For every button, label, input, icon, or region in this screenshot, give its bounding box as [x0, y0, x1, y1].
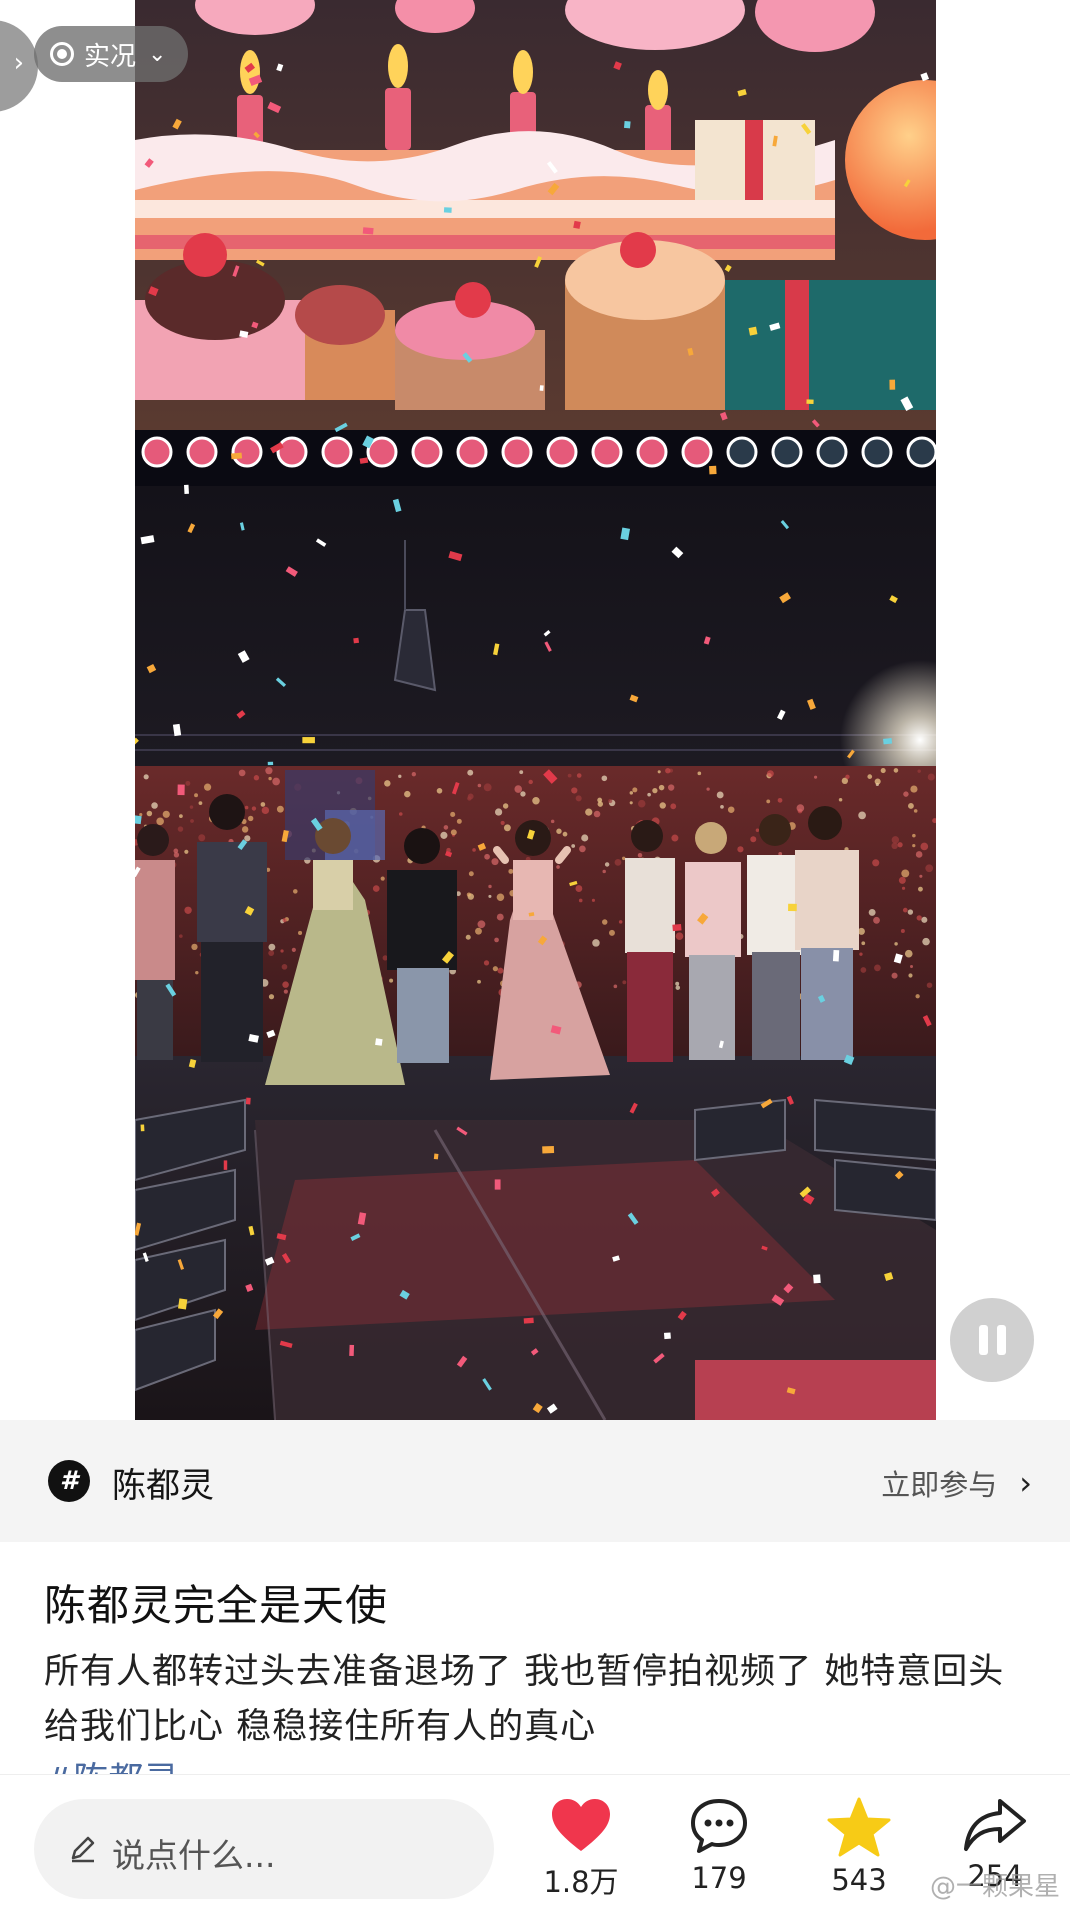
favorite-button[interactable]: 543	[804, 1797, 914, 1897]
comment-button[interactable]: 179	[664, 1797, 774, 1895]
favorite-count: 543	[831, 1863, 887, 1897]
live-icon	[50, 42, 74, 66]
heart-icon	[552, 1799, 610, 1851]
join-topic-link[interactable]: 立即参与 ›	[881, 1462, 1032, 1504]
bottom-action-bar: 说点什么... 1.8万 179 543 254	[0, 1774, 1070, 1914]
chevron-down-icon: ⌄	[148, 41, 167, 67]
watermark: @一颗果星	[930, 1872, 1061, 1902]
post-title: 陈都灵完全是天使	[44, 1581, 389, 1630]
like-button[interactable]: 1.8万	[526, 1797, 636, 1901]
topic-bar[interactable]: # 陈都灵 立即参与 ›	[0, 1420, 1070, 1542]
media-area: › 实况 ⌄	[0, 0, 1070, 1420]
topic-name[interactable]: 陈都灵	[112, 1458, 214, 1507]
post-hashtag[interactable]: #陈都灵	[44, 1752, 178, 1774]
chevron-right-icon: ›	[1019, 1464, 1032, 1502]
chevron-right-icon: ›	[13, 48, 24, 78]
concert-stage-photo	[135, 0, 936, 1420]
live-photo-badge[interactable]: 实况 ⌄	[34, 26, 189, 82]
side-expand-button[interactable]: ›	[0, 20, 38, 112]
pause-button[interactable]	[950, 1298, 1034, 1382]
topic-hash-icon: #	[48, 1460, 90, 1502]
comment-count: 179	[691, 1861, 747, 1895]
pause-icon-bar-left	[978, 1325, 988, 1355]
post-body: 所有人都转过头去准备退场了 我也暂停拍视频了 她特意回头给我们比心 稳稳接住所有…	[44, 1652, 1005, 1747]
join-topic-label: 立即参与	[881, 1468, 998, 1502]
video-player[interactable]	[135, 0, 936, 1420]
comment-icon	[691, 1799, 747, 1853]
star-icon	[827, 1797, 891, 1857]
share-icon	[964, 1799, 1026, 1851]
comment-input[interactable]: 说点什么...	[34, 1799, 494, 1899]
pencil-icon	[71, 1836, 95, 1863]
like-count: 1.8万	[543, 1865, 619, 1899]
comment-placeholder: 说点什么...	[112, 1836, 276, 1875]
pause-icon-bar-right	[996, 1325, 1006, 1355]
live-badge-label: 实况	[84, 41, 137, 72]
